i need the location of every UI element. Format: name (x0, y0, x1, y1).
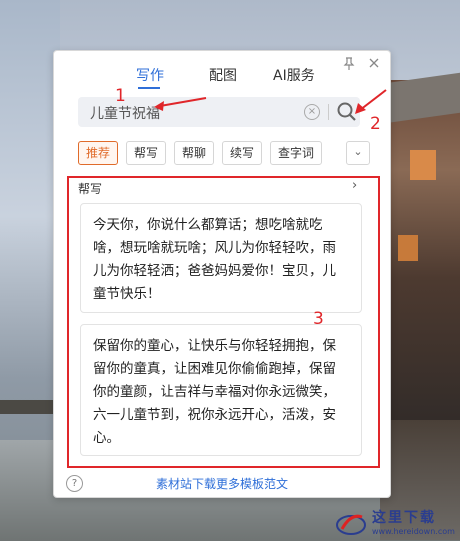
background-house (380, 80, 460, 440)
tab-images[interactable]: 配图 (209, 65, 237, 85)
help-icon[interactable]: ? (66, 475, 83, 492)
pin-icon[interactable] (343, 57, 355, 75)
annotation-number: 3 (313, 309, 324, 329)
clear-icon[interactable]: × (304, 104, 320, 120)
chevron-down-icon[interactable]: ⌄ (346, 141, 370, 165)
chip-help-chat[interactable]: 帮聊 (174, 141, 215, 165)
site-watermark: 这里下载 www.hereidown.com (330, 503, 460, 541)
watermark-text: 这里下载 (372, 510, 436, 526)
annotation-arrow (154, 97, 207, 111)
category-chips: 推荐 帮写 帮聊 续写 查字词 ⌄ (78, 141, 370, 165)
background-pier (0, 400, 60, 414)
more-templates-link[interactable]: 素材站下载更多模板范文 (54, 475, 390, 492)
annotation-box (67, 176, 380, 468)
panel-footer: 素材站下载更多模板范文 ? (54, 471, 390, 495)
watermark-url: www.hereidown.com (372, 527, 455, 536)
tab-bar: 写作 配图 AI服务 (54, 51, 390, 95)
chip-continue-write[interactable]: 续写 (222, 141, 263, 165)
annotation-arrow (355, 89, 387, 114)
annotation-number: 2 (370, 114, 381, 134)
tab-writing[interactable]: 写作 (136, 65, 164, 85)
background-window (410, 150, 436, 180)
tab-ai-service[interactable]: AI服务 (273, 65, 315, 85)
search-divider (328, 104, 329, 120)
chip-lookup-word[interactable]: 查字词 (270, 141, 323, 165)
watermark-logo-icon (336, 514, 366, 535)
chip-recommend[interactable]: 推荐 (78, 141, 119, 165)
close-icon[interactable] (368, 57, 380, 73)
active-tab-indicator (138, 87, 160, 89)
annotation-number: 1 (115, 86, 126, 106)
chip-help-write[interactable]: 帮写 (126, 141, 167, 165)
background-window (398, 235, 418, 261)
